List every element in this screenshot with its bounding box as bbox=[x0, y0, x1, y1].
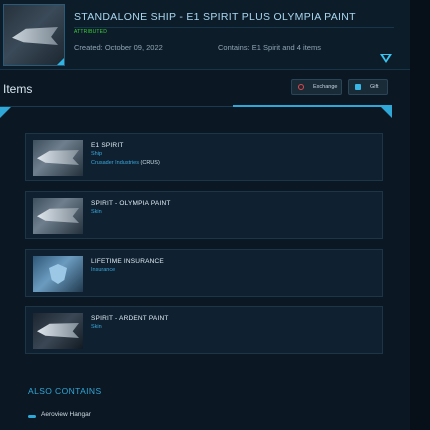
gift-icon bbox=[355, 84, 361, 90]
pledge-page: STANDALONE SHIP - E1 SPIRIT PLUS OLYMPIA… bbox=[0, 0, 430, 430]
item-type: Insurance bbox=[91, 267, 116, 273]
item-thumbnail bbox=[33, 198, 83, 234]
pledge-title: STANDALONE SHIP - E1 SPIRIT PLUS OLYMPIA… bbox=[74, 11, 356, 23]
page-edge bbox=[410, 0, 430, 430]
item-manufacturer: Crusader Industries (CRUS) bbox=[91, 160, 160, 166]
also-contains-item: Aeroview Hangar bbox=[41, 411, 91, 418]
items-frame-highlight bbox=[233, 105, 392, 107]
item-name: E1 SPIRIT bbox=[91, 142, 124, 149]
status-badge: ATTRIBUTED bbox=[74, 29, 108, 35]
gift-button[interactable]: Gift bbox=[348, 79, 388, 95]
bullet-icon bbox=[28, 415, 36, 418]
created-date: Created: October 09, 2022 bbox=[74, 43, 163, 52]
exchange-button[interactable]: Exchange bbox=[291, 79, 342, 95]
exchange-icon bbox=[298, 84, 304, 90]
item-name: SPIRIT - OLYMPIA PAINT bbox=[91, 200, 171, 207]
item-thumbnail bbox=[33, 140, 83, 176]
list-item[interactable]: SPIRIT - ARDENT PAINT Skin bbox=[25, 306, 383, 354]
item-name: LIFETIME INSURANCE bbox=[91, 258, 164, 265]
list-item[interactable]: SPIRIT - OLYMPIA PAINT Skin bbox=[25, 191, 383, 239]
item-type: Skin bbox=[91, 209, 102, 215]
also-contains-heading: ALSO CONTAINS bbox=[28, 386, 102, 396]
contains-summary: Contains: E1 Spirit and 4 items bbox=[218, 43, 321, 52]
header-divider bbox=[74, 27, 394, 28]
list-item[interactable]: E1 SPIRIT Ship Crusader Industries (CRUS… bbox=[25, 133, 383, 181]
exchange-label: Exchange bbox=[313, 84, 338, 90]
pledge-thumbnail bbox=[3, 4, 65, 66]
list-item[interactable]: LIFETIME INSURANCE Insurance bbox=[25, 249, 383, 297]
frame-corner-left bbox=[0, 107, 11, 118]
item-thumbnail bbox=[33, 313, 83, 349]
item-type: Skin bbox=[91, 324, 102, 330]
expand-chevron-icon[interactable] bbox=[380, 54, 392, 63]
pledge-header[interactable]: STANDALONE SHIP - E1 SPIRIT PLUS OLYMPIA… bbox=[0, 0, 410, 70]
frame-corner-right bbox=[381, 107, 392, 118]
ship-image bbox=[12, 27, 58, 45]
items-heading: Items bbox=[3, 82, 33, 96]
item-type: Ship bbox=[91, 151, 103, 157]
gift-label: Gift bbox=[370, 84, 379, 90]
thumbnail-corner bbox=[57, 58, 64, 65]
item-name: SPIRIT - ARDENT PAINT bbox=[91, 315, 169, 322]
item-thumbnail bbox=[33, 256, 83, 292]
